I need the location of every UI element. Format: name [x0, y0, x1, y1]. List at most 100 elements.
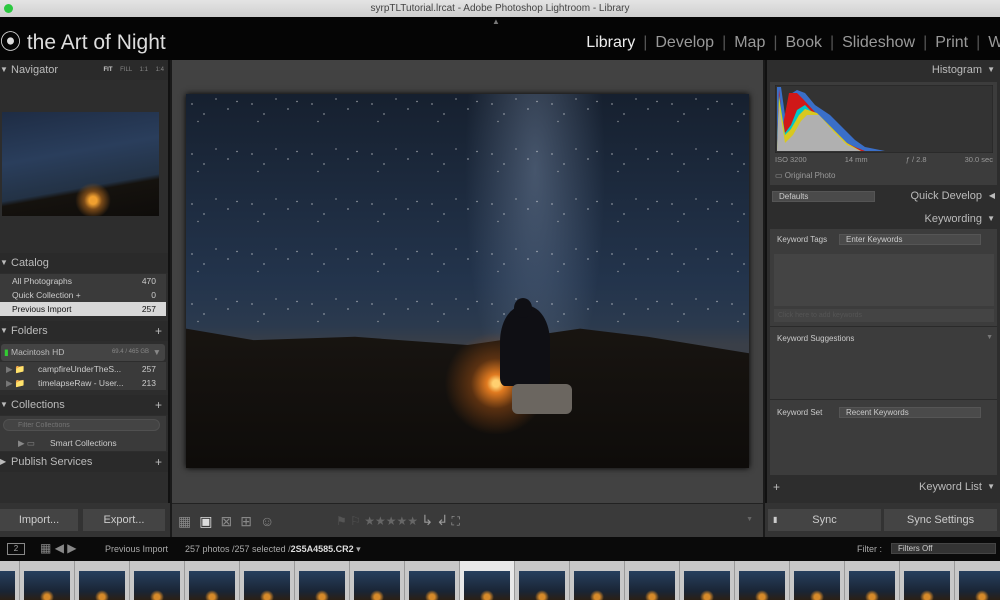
- suggestions-collapse-icon[interactable]: ▼: [986, 334, 993, 341]
- filmstrip-source[interactable]: Previous Import: [105, 544, 168, 554]
- catalog-item-quick-collection[interactable]: Quick Collection + 0: [0, 288, 166, 302]
- folder-item[interactable]: ▶ 📁 timelapseRaw - User... 213: [0, 376, 166, 390]
- zoom-1-1[interactable]: 1:1: [140, 67, 148, 73]
- catalog-header[interactable]: ▼ Catalog: [0, 253, 168, 273]
- filmstrip-thumbnail[interactable]: [680, 561, 735, 600]
- keywords-textarea[interactable]: [774, 254, 994, 306]
- keyword-list-title: Keyword List: [919, 481, 982, 493]
- item-label: Quick Collection +: [12, 290, 81, 300]
- keyword-list-header[interactable]: + Keyword List ▼: [767, 477, 1000, 497]
- import-button[interactable]: Import...: [0, 509, 78, 531]
- filmstrip-thumbnail[interactable]: [515, 561, 570, 600]
- filmstrip-thumbnail[interactable]: [845, 561, 900, 600]
- navigator-header[interactable]: ▼ Navigator FIT FILL 1:1 1:4: [0, 60, 168, 80]
- volume-macintosh-hd[interactable]: ▮ Macintosh HD 69.4 / 465 GB ▼: [1, 344, 165, 361]
- folders-header[interactable]: ▼ Folders +: [0, 321, 168, 341]
- main-photo[interactable]: [186, 94, 749, 468]
- filmstrip-thumbnail[interactable]: [75, 561, 130, 600]
- people-view-icon[interactable]: ☺: [260, 513, 282, 529]
- panel-collapse-top-icon[interactable]: ▲: [492, 17, 500, 26]
- toolbar-options-icon[interactable]: ▼: [746, 516, 753, 523]
- flag-icon[interactable]: ⚑: [336, 514, 347, 528]
- survey-view-icon[interactable]: ⊞: [240, 513, 260, 529]
- rotate-right-icon[interactable]: ↲: [436, 512, 448, 528]
- folder-item[interactable]: ▶ 📁 campfireUnderTheS... 257: [0, 362, 166, 376]
- filmstrip-thumbnail[interactable]: [790, 561, 845, 600]
- identity-plate-text: the Art of Night: [26, 31, 166, 54]
- filmstrip-thumbnail[interactable]: [295, 561, 350, 600]
- add-collection-icon[interactable]: +: [155, 395, 162, 415]
- forward-arrow-icon[interactable]: ▶: [67, 541, 76, 555]
- secondary-display-button[interactable]: 2: [7, 543, 25, 555]
- reject-flag-icon[interactable]: ⚐: [350, 514, 361, 528]
- publish-title: Publish Services: [11, 456, 93, 468]
- keyword-tags-select[interactable]: Enter Keywords: [839, 234, 981, 245]
- module-print[interactable]: Print: [935, 34, 968, 52]
- grid-icon[interactable]: ▦: [40, 541, 51, 555]
- grid-view-icon[interactable]: ▦: [178, 513, 199, 529]
- quick-develop-title: Quick Develop: [910, 190, 982, 202]
- filmstrip[interactable]: [0, 561, 1000, 600]
- thumbnail-image: [794, 571, 840, 600]
- histogram-header[interactable]: Histogram ▼: [767, 60, 1000, 80]
- filmstrip-thumbnail[interactable]: [900, 561, 955, 600]
- module-develop[interactable]: Develop: [655, 34, 714, 52]
- zoom-fit[interactable]: FIT: [104, 67, 113, 73]
- filmstrip-thumbnail[interactable]: [350, 561, 405, 600]
- compare-view-icon[interactable]: ⊠: [220, 513, 240, 529]
- sync-settings-button[interactable]: Sync Settings: [884, 509, 997, 531]
- module-map[interactable]: Map: [734, 34, 765, 52]
- module-library[interactable]: Library: [586, 34, 635, 52]
- export-button[interactable]: Export...: [83, 509, 165, 531]
- filmstrip-thumbnail[interactable]: [240, 561, 295, 600]
- histogram-graph[interactable]: [775, 85, 993, 153]
- back-arrow-icon[interactable]: ◀: [55, 541, 64, 555]
- filmstrip-thumbnail[interactable]: [405, 561, 460, 600]
- keywording-header[interactable]: Keywording ▼: [767, 209, 1000, 229]
- thumbnail-image: [959, 571, 1000, 600]
- collections-header[interactable]: ▼ Collections +: [0, 395, 168, 415]
- keyword-set-select[interactable]: Recent Keywords: [839, 407, 981, 418]
- filmstrip-thumbnail[interactable]: [0, 561, 20, 600]
- module-web[interactable]: We: [988, 34, 1000, 52]
- thumbnail-image: [464, 571, 510, 600]
- filmstrip-thumbnail[interactable]: [460, 561, 515, 600]
- collections-filter-input[interactable]: [3, 419, 160, 431]
- catalog-item-previous-import[interactable]: Previous Import 257: [0, 302, 166, 316]
- star-rating[interactable]: ★★★★★: [364, 514, 418, 528]
- filmstrip-thumbnail[interactable]: [625, 561, 680, 600]
- add-keyword-icon[interactable]: +: [773, 477, 780, 497]
- window-zoom-button[interactable]: [4, 4, 13, 13]
- add-publish-icon[interactable]: +: [155, 452, 162, 472]
- keyword-tags-label: Keyword Tags: [777, 235, 828, 244]
- thumbnail-image: [299, 571, 345, 600]
- filmstrip-thumbnail[interactable]: [955, 561, 1000, 600]
- filmstrip-thumbnail[interactable]: [20, 561, 75, 600]
- volume-status-icon: ▮: [4, 347, 9, 357]
- window-title: syrpTLTutorial.lrcat - Adobe Photoshop L…: [370, 3, 630, 14]
- module-slideshow[interactable]: Slideshow: [842, 34, 915, 52]
- thumbnail-image: [134, 571, 180, 600]
- rotate-left-icon[interactable]: ↳: [421, 512, 433, 528]
- selected-filename[interactable]: 2S5A4585.CR2: [291, 544, 354, 554]
- zoom-1-4[interactable]: 1:4: [156, 67, 164, 73]
- catalog-item-all-photographs[interactable]: All Photographs 470: [0, 274, 166, 288]
- filmstrip-thumbnail[interactable]: [570, 561, 625, 600]
- quick-develop-preset-select[interactable]: Defaults: [772, 191, 875, 202]
- filter-select[interactable]: Filters Off: [891, 543, 996, 554]
- filmstrip-thumbnail[interactable]: [130, 561, 185, 600]
- add-folder-icon[interactable]: +: [155, 321, 162, 341]
- auto-sync-switch[interactable]: ▮: [773, 509, 777, 531]
- add-keywords-input[interactable]: Click here to add keywords: [774, 309, 994, 322]
- filmstrip-thumbnail[interactable]: [735, 561, 790, 600]
- smart-collections-item[interactable]: ▶ ▭ Smart Collections: [6, 436, 156, 450]
- zoom-fill[interactable]: FILL: [120, 67, 132, 73]
- publish-services-header[interactable]: ▶ Publish Services +: [0, 452, 168, 472]
- sync-button[interactable]: ▮ Sync: [768, 509, 881, 531]
- draw-face-region-icon[interactable]: ⛶: [452, 514, 460, 528]
- module-book[interactable]: Book: [786, 34, 822, 52]
- original-photo-toggle[interactable]: ▭ Original Photo: [775, 171, 835, 180]
- loupe-view-icon[interactable]: ▣: [199, 513, 220, 529]
- navigator-preview[interactable]: [2, 112, 159, 216]
- filmstrip-thumbnail[interactable]: [185, 561, 240, 600]
